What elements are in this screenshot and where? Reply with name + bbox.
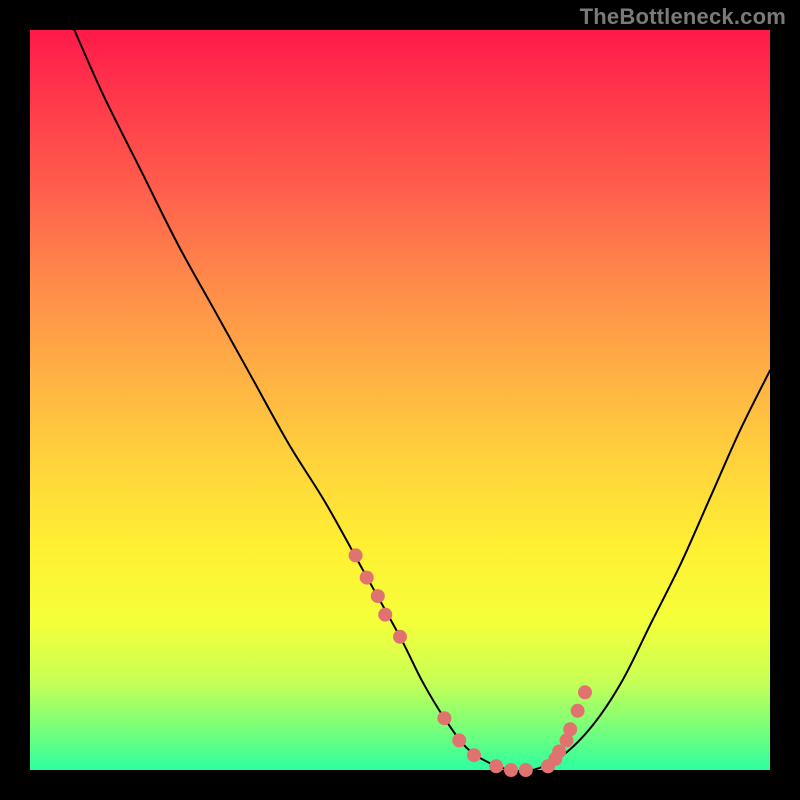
watermark-text: TheBottleneck.com [580, 4, 786, 30]
curve-group [74, 30, 770, 771]
scatter-dot [571, 704, 585, 718]
scatter-dot [578, 685, 592, 699]
scatter-dot [563, 722, 577, 736]
scatter-dot [360, 571, 374, 585]
scatter-dot [393, 630, 407, 644]
scatter-dot [371, 589, 385, 603]
chart-svg [0, 0, 800, 800]
scatter-dot [349, 548, 363, 562]
scatter-group [349, 548, 592, 777]
scatter-dot [452, 733, 466, 747]
scatter-dot [489, 759, 503, 773]
scatter-dot [467, 748, 481, 762]
chart-frame: TheBottleneck.com [0, 0, 800, 800]
scatter-dot [437, 711, 451, 725]
scatter-dot [504, 763, 518, 777]
scatter-dot [378, 608, 392, 622]
bottleneck-curve-path [74, 30, 770, 771]
scatter-dot [519, 763, 533, 777]
